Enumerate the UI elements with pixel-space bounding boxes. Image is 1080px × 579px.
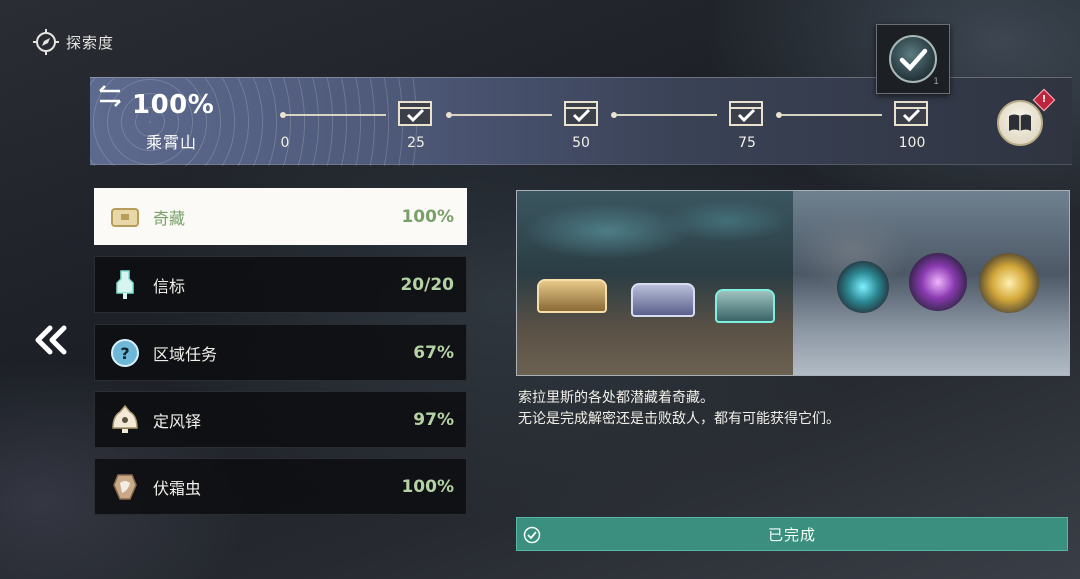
swap-region-icon[interactable]: [96, 84, 124, 108]
category-item-wind-bell[interactable]: 定风铎 97%: [94, 391, 467, 448]
purple-relic: [909, 253, 967, 311]
book-icon: [1009, 114, 1031, 131]
check-circle-icon: [523, 526, 541, 544]
teal-chest: [715, 289, 775, 323]
category-value: 100%: [401, 476, 454, 497]
category-item-region-quest[interactable]: ? 区域任务 67%: [94, 324, 467, 381]
beacon-icon: [109, 269, 141, 301]
check-icon: [899, 48, 928, 72]
description-line: 索拉里斯的各处都潜藏着奇藏。: [518, 390, 714, 406]
category-value: 97%: [413, 409, 454, 430]
tick-label: 50: [572, 135, 590, 151]
compass-icon: [33, 29, 59, 55]
tick-label: 100: [898, 135, 926, 151]
category-name: 区域任务: [153, 344, 218, 364]
category-value: 100%: [401, 206, 454, 227]
category-item-treasure[interactable]: 奇藏 100%: [94, 188, 467, 245]
reward-count: 1: [933, 77, 939, 87]
category-name: 定风铎: [153, 411, 202, 431]
milestone-chest-icon[interactable]: [892, 98, 930, 128]
bug-icon: [109, 471, 141, 503]
completed-label: 已完成: [767, 525, 816, 544]
track-segment: [452, 114, 552, 116]
overall-percent: 100%: [132, 90, 215, 120]
gold-relic: [979, 253, 1039, 313]
bell-icon: [109, 404, 141, 436]
page-header: 探索度: [32, 28, 114, 56]
gold-chest: [537, 279, 607, 313]
category-name: 奇藏: [153, 208, 186, 228]
category-item-beacon[interactable]: 信标 20/20: [94, 256, 467, 313]
chest-icon: [109, 201, 141, 233]
page-title: 探索度: [66, 33, 115, 52]
description-line: 无论是完成解密还是击败敌人，都有可能获得它们。: [518, 411, 840, 427]
tick-label: 75: [738, 135, 756, 151]
tick-label: 0: [280, 135, 290, 151]
region-name: 乘霄山: [146, 133, 198, 152]
milestone-chest-icon[interactable]: [562, 98, 600, 128]
milestone-chest-icon[interactable]: [727, 98, 765, 128]
completed-status-bar: 已完成: [516, 517, 1068, 551]
category-name: 信标: [153, 276, 186, 296]
category-preview-image: [516, 190, 1070, 376]
tick-label: 25: [407, 135, 425, 151]
svg-text:?: ?: [120, 344, 129, 363]
track-segment: [286, 114, 386, 116]
category-description: 索拉里斯的各处都潜藏着奇藏。 无论是完成解密还是击败敌人，都有可能获得它们。: [518, 388, 840, 430]
milestone-chest-icon[interactable]: [396, 98, 434, 128]
category-value: 67%: [413, 342, 454, 363]
track-segment: [782, 114, 882, 116]
category-name: 伏霜虫: [153, 478, 202, 498]
category-value: 20/20: [400, 274, 454, 295]
back-chevron-icon[interactable]: [30, 322, 74, 358]
reward-popup[interactable]: 1: [876, 24, 950, 94]
teal-relic: [837, 261, 889, 313]
purple-chest: [631, 283, 695, 317]
category-item-frost-bug[interactable]: 伏霜虫 100%: [94, 458, 467, 515]
track-segment: [617, 114, 717, 116]
question-icon: ?: [109, 337, 141, 369]
reward-orb: [889, 35, 937, 83]
